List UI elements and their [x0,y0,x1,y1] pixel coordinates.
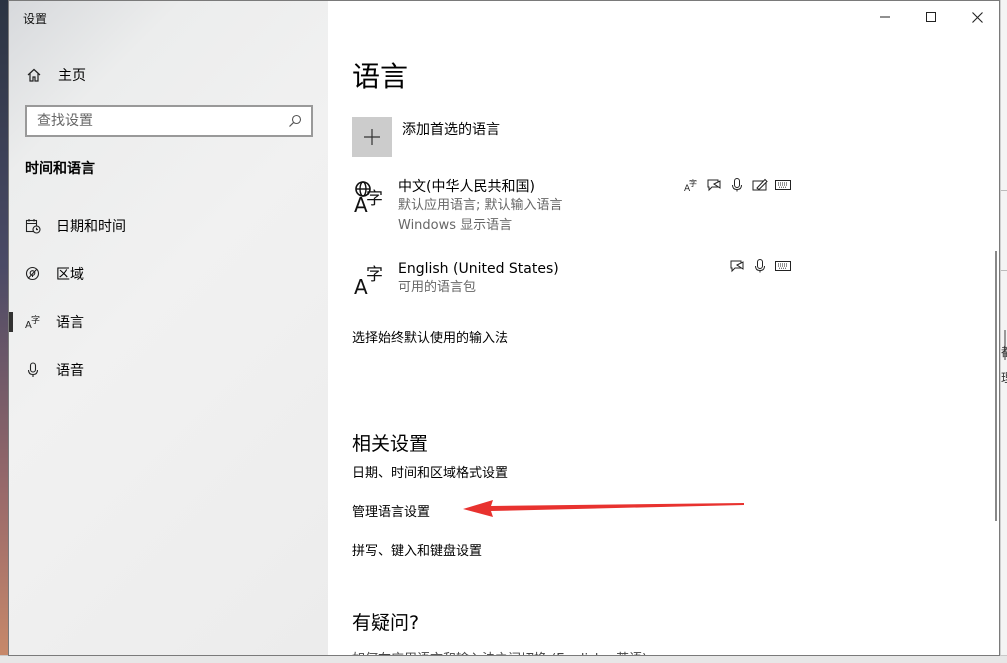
svg-text:字: 字 [366,265,383,285]
speech-recognition-icon [728,178,745,192]
add-language-button[interactable]: 添加首选的语言 [352,117,500,157]
language-status: 可用的语言包 [398,280,477,295]
add-tile [352,117,392,157]
sidebar-item-label: 语音 [56,363,84,379]
calendar-clock-icon [25,218,41,234]
language-features-chinese: A字 [682,178,791,192]
globe-region-icon [25,266,41,282]
spelling-typing-keyboard-link[interactable]: 拼写、键入和键盘设置 [352,540,482,559]
plus-icon [364,129,380,145]
home-icon [26,67,42,83]
sidebar-item-label: 区域 [56,267,84,283]
scrollbar[interactable] [995,251,997,521]
sidebar-item-date-time[interactable]: 日期和时间 [9,206,328,246]
language-icon: A字 [25,314,41,330]
svg-text:字: 字 [689,178,697,188]
microphone-icon [25,362,41,378]
search-icon[interactable] [283,109,307,133]
language-features-english [728,259,791,273]
search-input[interactable] [27,107,283,135]
language-status: 默认应用语言; 默认输入语言 [398,198,563,213]
text-to-speech-icon [705,178,722,192]
sidebar-item-speech[interactable]: 语音 [9,350,328,390]
background-window-bottom [0,655,1007,663]
search-box [25,105,313,137]
sidebar-item-region[interactable]: 区域 [9,254,328,294]
manage-language-settings-link[interactable]: 管理语言设置 [352,501,430,520]
settings-window: 设置 主页 时间和语言 日期和时间 区域 [8,0,1000,656]
svg-text:字: 字 [366,189,383,209]
language-name: English (United States) [398,261,559,277]
background-text-fragment: 理 [1001,369,1007,386]
help-heading: 有疑问? [352,612,420,634]
speech-recognition-icon [751,259,768,273]
language-item-english[interactable]: A 字 English (United States) 可用的语言包 [352,260,792,300]
sidebar-item-language[interactable]: A字 语言 [9,302,328,342]
background-text-fragment: 都 [1001,343,1007,360]
date-time-region-format-link[interactable]: 日期、时间和区域格式设置 [352,462,508,481]
page-title: 语言 [352,60,409,93]
display-language-icon: A字 [682,178,699,192]
language-pack-icon: A 字 [352,260,388,300]
help-link[interactable]: 如何在应用语言和输入法之间切换 (English - 英语) [352,648,647,655]
sidebar-item-home[interactable]: 主页 [9,59,328,91]
sidebar: 设置 主页 时间和语言 日期和时间 区域 [9,1,328,655]
text-to-speech-icon [728,259,745,273]
background-window-right: 都 理 [1000,0,1007,663]
choose-input-method-link[interactable]: 选择始终默认使用的输入法 [352,327,508,346]
sidebar-item-label: 主页 [58,68,86,84]
app-title: 设置 [23,12,48,26]
handwriting-icon [751,178,768,192]
keyboard-icon [774,178,791,192]
sidebar-item-label: 语言 [56,315,84,331]
svg-text:字: 字 [31,314,40,326]
related-settings-heading: 相关设置 [352,433,429,455]
language-status: Windows 显示语言 [398,218,513,233]
language-name: 中文(中华人民共和国) [398,179,535,195]
sidebar-item-label: 日期和时间 [56,219,126,235]
keyboard-icon [774,259,791,273]
language-pack-icon: A 字 [352,178,388,218]
add-language-label: 添加首选的语言 [402,122,500,138]
main-content: 语言 添加首选的语言 A 字 中文(中华人民共和国) 默认应用语言; 默认输入语… [328,1,999,655]
section-title: 时间和语言 [25,161,95,177]
